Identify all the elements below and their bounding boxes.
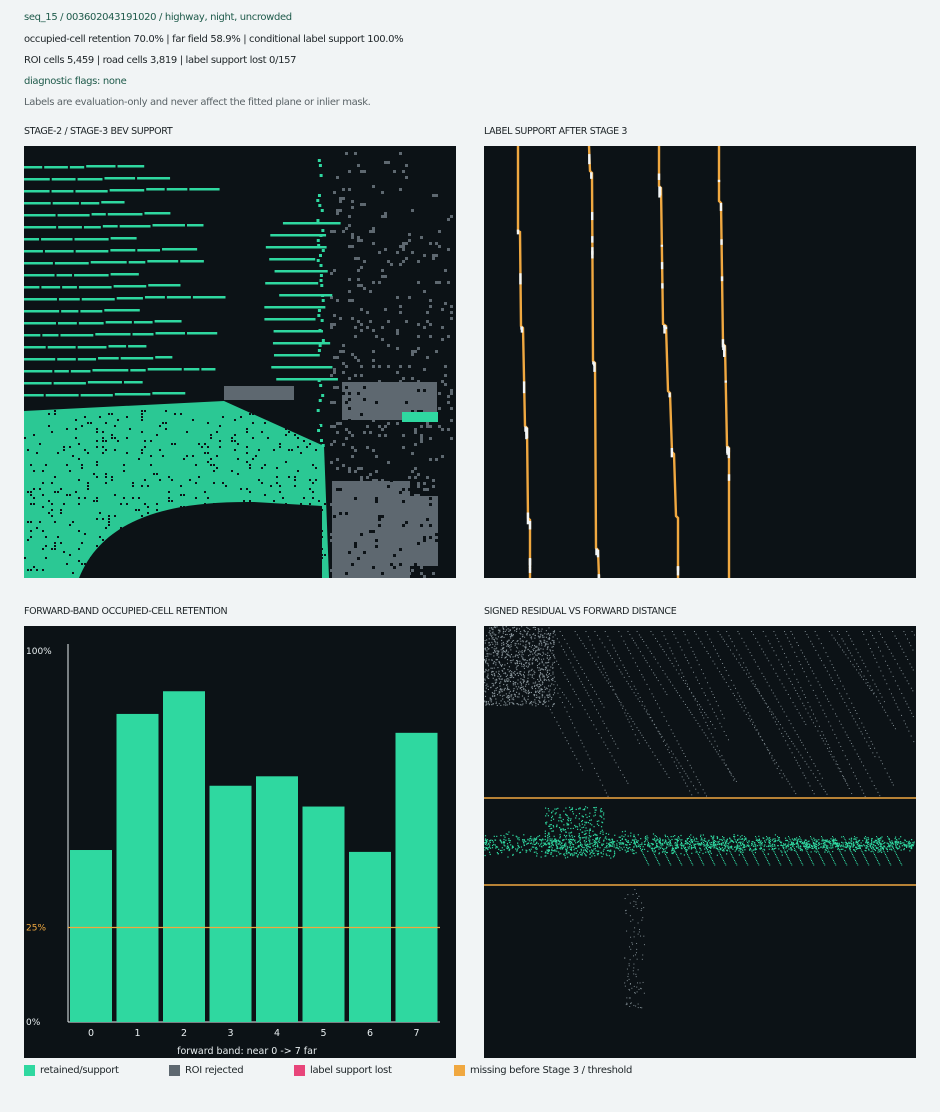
x-tick-3: 3 [227,1028,233,1039]
residual-inlier-points [484,806,915,866]
x-tick-5: 5 [320,1028,326,1039]
diagnostic-flags: diagnostic flags: none [24,76,127,87]
residual-rejected-points [484,626,915,1009]
retention-chart-panel: 100% 25% 0% 0 1 2 3 4 5 6 7 forward band: near … [24,626,456,1058]
label-panel-title: LABEL SUPPORT AFTER STAGE 3 [484,126,628,137]
x-tick-7: 7 [413,1028,419,1039]
bar-band-6 [349,851,391,1022]
bar-band-2 [163,691,205,1022]
legend-label-rejected: ROI rejected [185,1065,244,1076]
legend-swatch-retained [24,1065,35,1076]
residual-scatter [484,626,916,1009]
label-lane-2 [657,146,680,578]
bar-band-7 [395,732,438,1022]
residual-chart-panel [484,626,916,1058]
retention-bar-chart: 100% 25% 0% 0 1 2 3 4 5 6 7 forward band: near … [26,644,440,1057]
y-tick-100: 100% [26,647,52,657]
x-tick-6: 6 [367,1028,373,1039]
y-tick-0: 0% [26,1018,41,1028]
bev-support-map [24,152,453,578]
legend-swatch-rejected [169,1065,180,1076]
legend-label-lost: label support lost [310,1065,392,1076]
legend-swatch-lost [294,1065,305,1076]
bev-panel-title: STAGE-2 / STAGE-3 BEV SUPPORT [24,126,173,137]
legend-item-missing: missing before Stage 3 / threshold [454,1065,632,1076]
legend-item-retained: retained/support [24,1065,119,1076]
cell-summary: ROI cells 5,459 | road cells 3,819 | lab… [24,55,297,66]
bar-band-1 [116,713,159,1022]
x-tick-0: 0 [88,1028,94,1039]
bar-band-4 [256,776,298,1022]
bar-band-5 [302,806,345,1022]
bar-band-0 [70,850,112,1022]
sequence-line: seq_15 / 003602043191020 / highway, nigh… [24,12,292,23]
residual-panel-title: SIGNED RESIDUAL VS FORWARD DISTANCE [484,606,677,617]
legend-item-rejected: ROI rejected [169,1065,244,1076]
y-tick-threshold: 25% [26,924,46,934]
label-support-map [516,146,731,578]
bar-band-3 [209,785,252,1022]
x-axis-label: forward band: near 0 -> 7 far [177,1046,317,1057]
x-tick-4: 4 [274,1028,280,1039]
legend-label-retained: retained/support [40,1065,119,1076]
legend-label-missing: missing before Stage 3 / threshold [470,1065,633,1076]
bev-support-panel [24,146,456,578]
retention-summary: occupied-cell retention 70.0% | far fiel… [24,34,404,45]
x-tick-2: 2 [181,1028,187,1039]
label-note: Labels are evaluation-only and never aff… [24,97,371,108]
legend-item-lost: label support lost [294,1065,392,1076]
retention-panel-title: FORWARD-BAND OCCUPIED-CELL RETENTION [24,606,228,617]
legend-swatch-missing [454,1065,465,1076]
label-support-panel [484,146,916,578]
legend: retained/support ROI rejected label supp… [24,1065,924,1079]
x-tick-1: 1 [134,1028,140,1039]
